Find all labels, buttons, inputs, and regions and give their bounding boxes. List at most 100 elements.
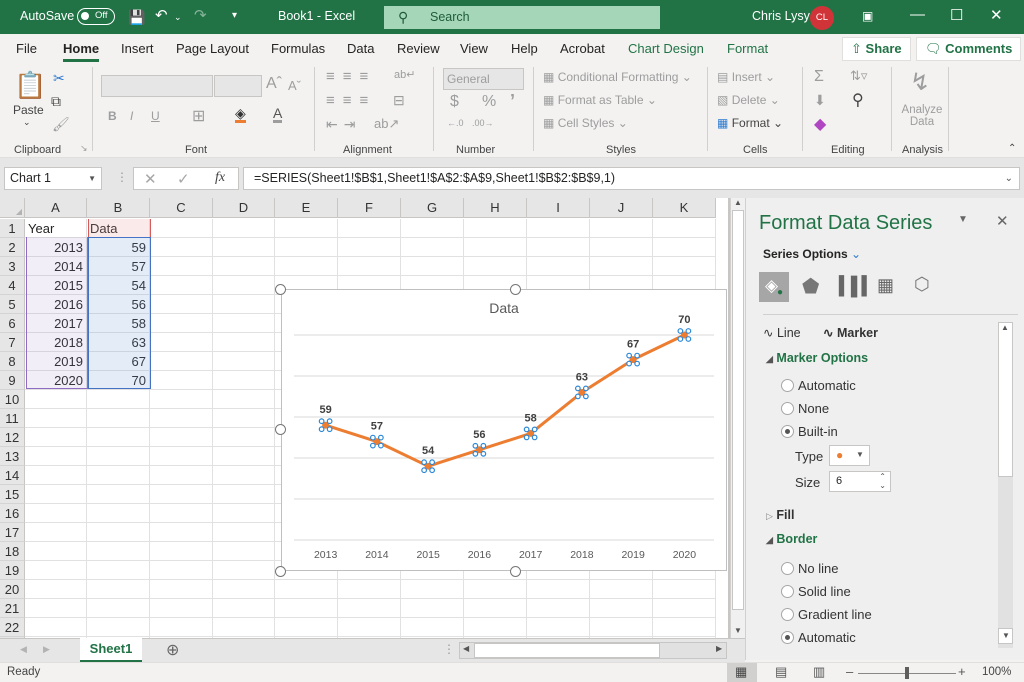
cell-d12[interactable] [213,428,275,447]
redo-icon[interactable]: ↷ [194,6,207,24]
cell-e3[interactable] [275,257,338,276]
cell-i21[interactable] [527,599,590,618]
radio-button[interactable] [781,425,794,438]
series-options-dropdown[interactable]: Series Options ⌄ [763,247,861,261]
resize-handle-top-left[interactable] [275,284,286,295]
cancel-icon[interactable]: ✕ [144,170,157,188]
cell-b17[interactable] [87,523,150,542]
cell-j20[interactable] [590,580,653,599]
scroll-right-icon[interactable]: ▶ [716,644,722,653]
marker-type-dropdown[interactable]: ● ▼ [829,445,870,466]
cell-b22[interactable] [87,618,150,637]
cell-i3[interactable] [527,257,590,276]
pane-close-icon[interactable]: ✕ [996,212,1009,230]
cell-f2[interactable] [338,238,401,257]
radio-button[interactable] [781,562,794,575]
prev-sheet-icon[interactable]: ◀ [20,644,27,655]
tab-split-grip-icon[interactable]: ⋮ [443,642,455,656]
cell-c5[interactable] [150,295,213,314]
collapse-ribbon-icon[interactable]: ⌃ [1008,143,1016,154]
cell-k22[interactable] [653,618,716,637]
vertical-scroll-thumb[interactable] [732,210,744,610]
avatar[interactable]: CL [810,6,834,30]
line-chart[interactable]: Data 59 2013 57 2014 54 2015 56 2016 58 2017 63 201… [281,289,727,571]
cell-d10[interactable] [213,390,275,409]
cell-e22[interactable] [275,618,338,637]
cell-a1[interactable]: Year [25,219,87,238]
clipboard-launcher-icon[interactable]: ↘ [80,143,88,154]
cell-b13[interactable] [87,447,150,466]
share-button[interactable]: ⇧ Share [842,37,911,61]
insert-function-icon[interactable]: fx [215,170,225,186]
cell-c6[interactable] [150,314,213,333]
insert-cells-button[interactable]: ▤ Insert ⌄ [717,70,775,84]
tab-review[interactable]: Review [397,41,440,56]
new-sheet-icon[interactable]: ⊕ [166,640,179,660]
cell-c21[interactable] [150,599,213,618]
resize-handle-bottom[interactable] [510,566,521,577]
row-header-20[interactable]: 20 [0,580,25,599]
cell-f3[interactable] [338,257,401,276]
cell-b11[interactable] [87,409,150,428]
line-subtab[interactable]: ∿ Line [763,325,801,340]
row-header-11[interactable]: 11 [0,409,25,428]
pane-scroll-thumb[interactable] [998,322,1013,477]
cell-d5[interactable] [213,295,275,314]
column-header-f[interactable]: F [338,198,401,218]
cell-b15[interactable] [87,485,150,504]
cell-c9[interactable] [150,371,213,390]
cell-a18[interactable] [25,542,87,561]
undo-icon[interactable]: ↶ [155,6,168,24]
tab-formulas[interactable]: Formulas [271,41,325,56]
cell-c7[interactable] [150,333,213,352]
zoom-out-icon[interactable]: – [846,664,853,679]
delete-cells-button[interactable]: ▧ Delete ⌄ [717,93,780,107]
cell-c8[interactable] [150,352,213,371]
border-section[interactable]: ◢ Border [766,532,817,546]
column-header-d[interactable]: D [213,198,275,218]
row-header-1[interactable]: 1 [0,219,25,238]
cell-d17[interactable] [213,523,275,542]
tab-help[interactable]: Help [511,41,538,56]
cell-b18[interactable] [87,542,150,561]
tab-3d[interactable]: ⬡ [914,274,930,295]
maximize-icon[interactable]: ☐ [950,6,963,24]
font-color-icon[interactable]: A [273,106,283,123]
zoom-in-icon[interactable]: + [958,664,966,679]
cell-b19[interactable] [87,561,150,580]
radio-button[interactable] [781,631,794,644]
row-header-9[interactable]: 9 [0,371,25,390]
cell-b21[interactable] [87,599,150,618]
cell-g2[interactable] [401,238,464,257]
cell-h21[interactable] [464,599,527,618]
resize-handle-top[interactable] [510,284,521,295]
column-header-a[interactable]: A [25,198,87,218]
resize-handle-bottom-left[interactable] [275,566,286,577]
page-break-view-icon[interactable]: ▥ [813,664,825,680]
tab-view[interactable]: View [460,41,488,56]
cell-f21[interactable] [338,599,401,618]
cell-k1[interactable] [653,219,716,238]
tab-series-options[interactable]: ▍▌▍ [839,276,875,297]
column-header-e[interactable]: E [275,198,338,218]
cell-g1[interactable] [401,219,464,238]
row-header-6[interactable]: 6 [0,314,25,333]
horizontal-scrollbar[interactable]: ◀ ▶ [459,642,727,659]
cell-d16[interactable] [213,504,275,523]
cell-d1[interactable] [213,219,275,238]
paste-dropdown-icon[interactable]: ⌄ [23,117,31,128]
cell-a13[interactable] [25,447,87,466]
row-header-4[interactable]: 4 [0,276,25,295]
cell-h2[interactable] [464,238,527,257]
expand-formula-icon[interactable]: ⌄ [1005,168,1013,189]
tab-file[interactable]: File [16,41,37,56]
cell-f20[interactable] [338,580,401,599]
cell-c13[interactable] [150,447,213,466]
row-header-12[interactable]: 12 [0,428,25,447]
zoom-level[interactable]: 100% [982,666,1011,678]
sort-filter-icon[interactable]: ⇅▿ [850,68,867,84]
column-header-j[interactable]: J [590,198,653,218]
row-header-15[interactable]: 15 [0,485,25,504]
comments-button[interactable]: 🗨 Comments [916,37,1022,61]
cell-a12[interactable] [25,428,87,447]
